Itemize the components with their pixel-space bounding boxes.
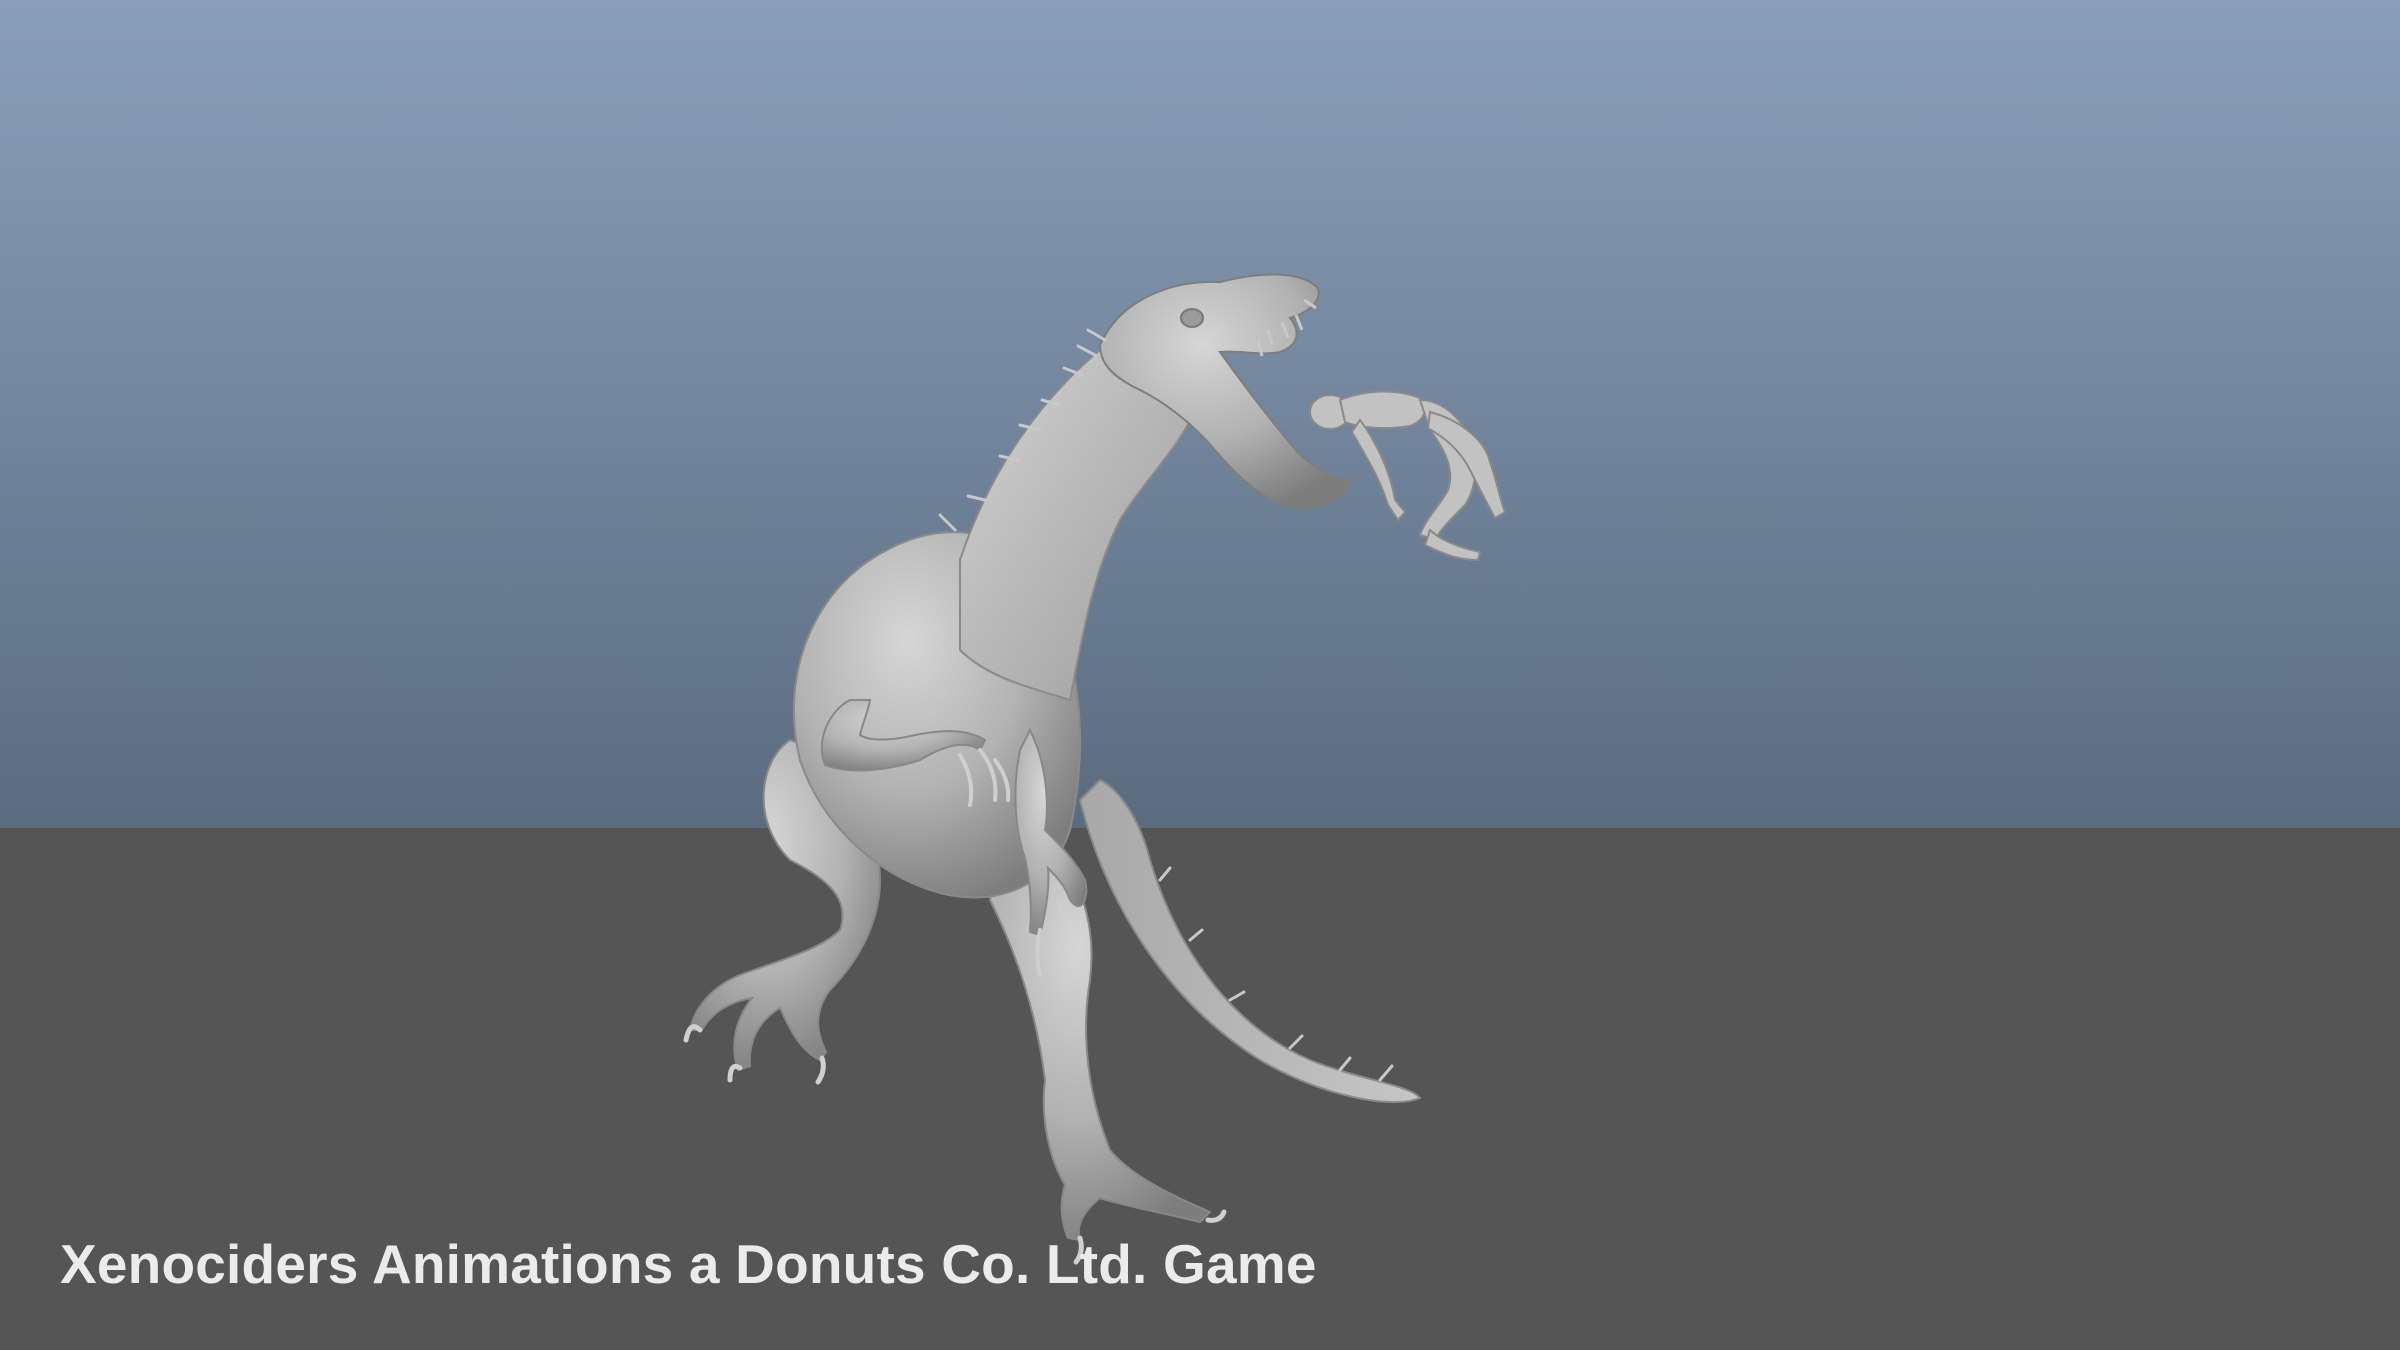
dinosaur-model[interactable] bbox=[683, 273, 1422, 1265]
dinosaur-foot-claws bbox=[683, 1024, 1227, 1265]
dinosaur-eye bbox=[1180, 308, 1204, 328]
human-torso bbox=[1338, 390, 1427, 430]
human-foot bbox=[1423, 528, 1482, 562]
human-rig-model[interactable] bbox=[1309, 390, 1507, 562]
dinosaur-tail bbox=[1078, 778, 1422, 1104]
watermark-caption: Xenociders Animations a Donuts Co. Ltd. … bbox=[60, 1233, 1317, 1295]
viewport-3d[interactable]: Xenociders Animations a Donuts Co. Ltd. … bbox=[0, 0, 2400, 1350]
scene-render bbox=[683, 273, 1507, 1265]
human-arm bbox=[1350, 418, 1407, 522]
